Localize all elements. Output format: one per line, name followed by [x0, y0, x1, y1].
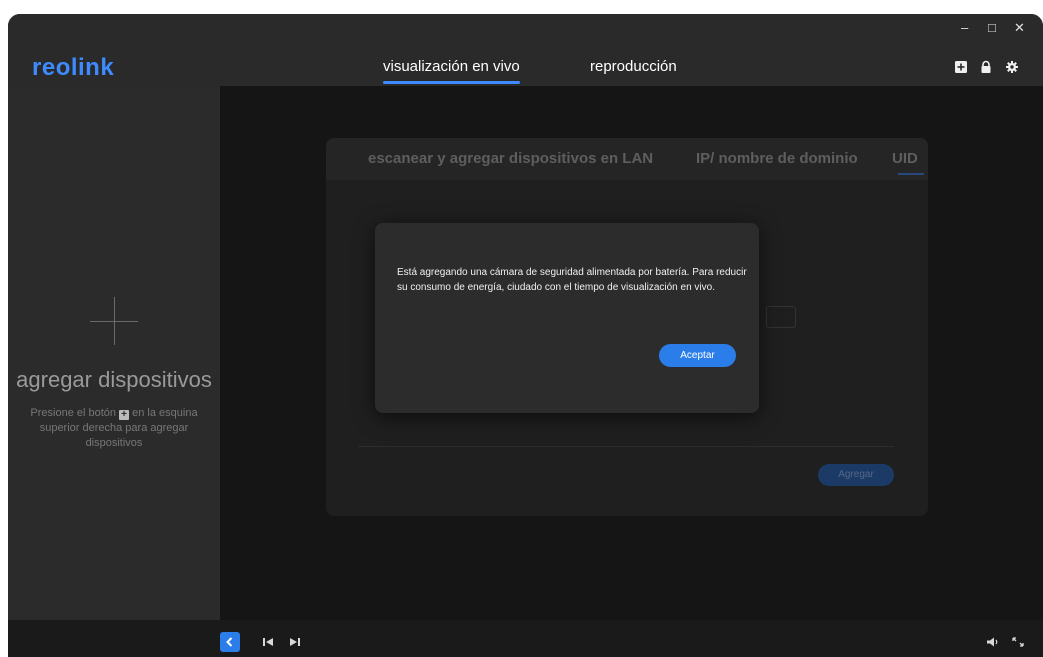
uid-input[interactable] — [766, 306, 796, 328]
accept-button[interactable]: Aceptar — [659, 344, 736, 367]
battery-warning-dialog: Está agregando una cámara de seguridad a… — [375, 223, 759, 413]
main-view: escanear y agregar dispositivos en LAN I… — [220, 86, 1043, 620]
bottom-bar — [8, 620, 1043, 657]
tab-uid[interactable]: UID — [892, 150, 924, 175]
add-device-icon[interactable] — [954, 60, 968, 74]
app-window: reolink – □ ✕ visualización en vivo repr… — [8, 14, 1043, 657]
minimize-button[interactable]: – — [961, 20, 968, 35]
add-button[interactable]: Agregar — [818, 464, 894, 486]
tab-playback[interactable]: reproducción — [590, 58, 677, 84]
close-button[interactable]: ✕ — [1014, 20, 1025, 36]
settings-gear-icon[interactable] — [1005, 60, 1019, 74]
dialog-message: Está agregando una cámara de seguridad a… — [397, 267, 747, 293]
sidebar-description: Presione el botón + en la esquina superi… — [20, 406, 208, 451]
maximize-button[interactable]: □ — [988, 20, 996, 35]
panel-divider — [358, 446, 894, 447]
lock-icon[interactable] — [979, 60, 993, 74]
next-icon[interactable] — [289, 637, 301, 647]
inline-add-icon: + — [119, 410, 130, 420]
fullscreen-icon[interactable] — [1012, 637, 1024, 647]
sidebar-title: agregar dispositivos — [16, 367, 212, 392]
add-plus-icon-vertical[interactable] — [114, 297, 115, 345]
previous-icon[interactable] — [262, 637, 274, 647]
collapse-sidebar-button[interactable] — [220, 632, 240, 652]
sidebar: agregar dispositivos Presione el botón +… — [8, 86, 220, 620]
reolink-logo: reolink — [32, 54, 115, 81]
collapse-left-icon — [226, 637, 233, 647]
tab-lan-scan[interactable]: escanear y agregar dispositivos en LAN — [368, 150, 653, 167]
title-bar: reolink – □ ✕ visualización en vivo repr… — [8, 14, 1043, 86]
volume-icon[interactable] — [986, 637, 1000, 647]
panel-tab-bar: escanear y agregar dispositivos en LAN I… — [326, 138, 928, 180]
tab-ip-domain[interactable]: IP/ nombre de dominio — [696, 150, 858, 167]
tab-live-view[interactable]: visualización en vivo — [383, 58, 520, 84]
sidebar-desc-before: Presione el botón — [30, 407, 117, 419]
